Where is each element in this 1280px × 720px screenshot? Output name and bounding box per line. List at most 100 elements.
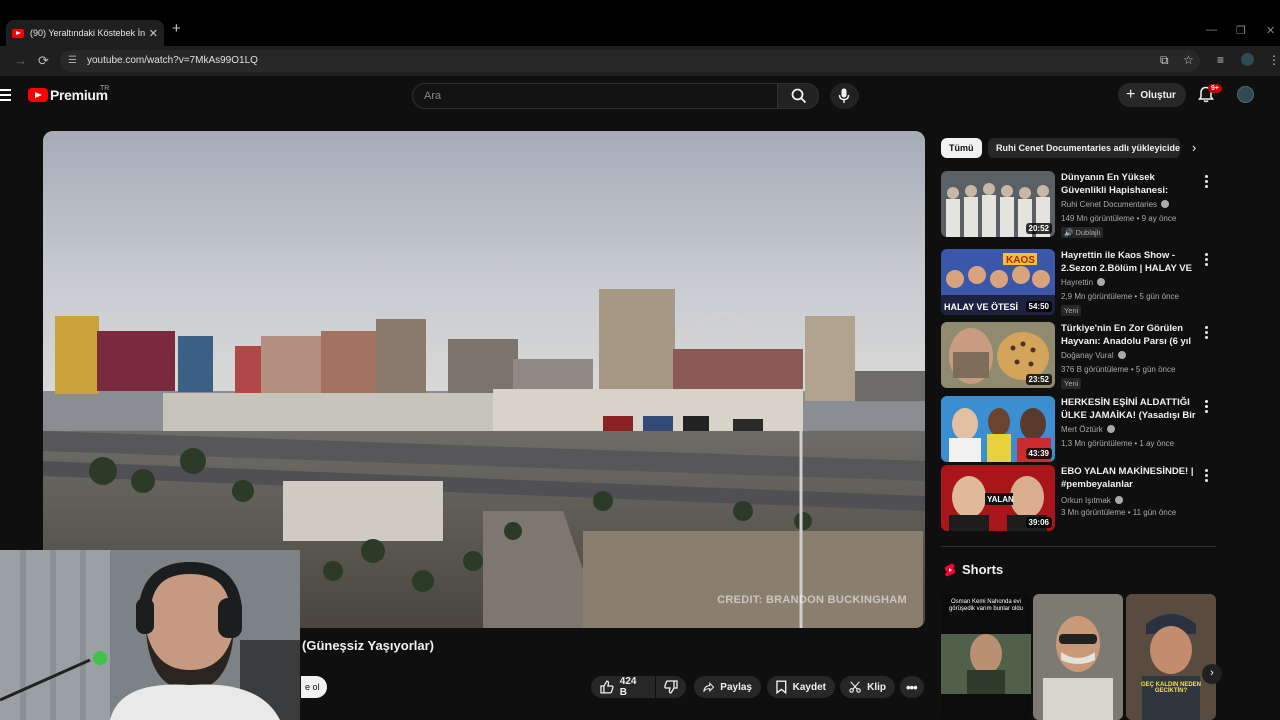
dubbed-tag: 🔊 Dublajlı — [1061, 227, 1104, 238]
short-thumbnail-image — [1126, 594, 1216, 720]
clip-label: Klip — [867, 681, 886, 693]
more-horizontal-icon: ••• — [906, 679, 918, 695]
recommendation-item[interactable]: YALAN 39:06 EBO YALAN MAKİNESİNDE! | #pe… — [941, 465, 1216, 531]
save-label: Kaydet — [792, 681, 826, 693]
video-thumbnail[interactable]: 20:52 — [941, 171, 1055, 237]
notification-badge: 9+ — [1208, 84, 1222, 93]
search-input[interactable]: Ara — [412, 83, 778, 109]
more-vertical-icon[interactable] — [1205, 175, 1208, 190]
browser-menu-icon[interactable]: ⋮ — [1268, 53, 1280, 67]
share-button[interactable]: Paylaş — [694, 676, 761, 698]
video-thumbnail[interactable]: YALAN 39:06 — [941, 465, 1055, 531]
verified-icon — [1117, 351, 1126, 359]
chevron-right-icon[interactable]: › — [1192, 140, 1196, 155]
close-tab-icon[interactable]: ✕ — [149, 27, 158, 40]
save-button[interactable]: Kaydet — [767, 676, 835, 698]
browser-tab[interactable]: (90) Yeraltındaki Köstebek İnsan ✕ — [6, 20, 164, 46]
webcam-overlay — [0, 550, 300, 720]
new-tab-icon[interactable]: + — [172, 20, 181, 37]
youtube-logo[interactable]: Premium TR — [28, 85, 109, 103]
close-window-icon[interactable]: ✕ — [1266, 24, 1275, 37]
short-item[interactable]: GEÇ KALDIN NEDEN GECİKTİN? — [1126, 594, 1216, 720]
scissors-icon — [849, 681, 861, 693]
clip-button[interactable]: Klip — [840, 676, 895, 698]
verified-icon — [1097, 278, 1106, 286]
window-top-bar — [0, 0, 1280, 16]
address-bar-row: → ⟳ ☰ youtube.com/watch?v=7MkAs99O1LQ ⧉ … — [0, 46, 1280, 76]
recommendation-item[interactable]: 20:52 Dünyanın En Yüksek Güvenlikli Hapi… — [941, 171, 1216, 238]
svg-text:HALAY VE ÖTESİ: HALAY VE ÖTESİ — [944, 302, 1018, 312]
account-avatar[interactable] — [1237, 86, 1254, 103]
create-button[interactable]: + Oluştur — [1118, 83, 1186, 107]
short-item[interactable]: Osman Kemi Nahonda evi görüşedik varım b… — [941, 594, 1031, 720]
video-duration: 20:52 — [1025, 223, 1052, 234]
recommendation-title[interactable]: Hayrettin ile Kaos Show - 2.Sezon 2.Bölü… — [1061, 249, 1201, 275]
thumbs-up-icon — [600, 680, 614, 694]
channel-name[interactable]: Orkun Işıtmak — [1061, 496, 1123, 505]
forward-icon[interactable]: → — [14, 53, 27, 68]
install-app-icon[interactable]: ⧉ — [1160, 53, 1169, 68]
video-duration: 54:50 — [1025, 301, 1052, 312]
search-icon — [791, 88, 807, 104]
menu-icon[interactable] — [0, 89, 11, 101]
channel-name[interactable]: Mert Öztürk — [1061, 425, 1115, 434]
video-credit-text: CREDIT: BRANDON BUCKINGHAM — [717, 594, 907, 606]
bookmark-star-icon[interactable]: ☆ — [1183, 53, 1194, 67]
like-button[interactable]: 424 B — [591, 676, 655, 698]
short-caption: GEÇ KALDIN NEDEN GECİKTİN? — [1140, 682, 1201, 694]
video-thumbnail[interactable]: 43:39 — [941, 396, 1055, 462]
shorts-next-button[interactable]: › — [1202, 664, 1222, 684]
video-meta: 1,3 Mn görüntüleme • 1 ay önce — [1061, 439, 1175, 448]
thumbs-down-icon — [664, 680, 678, 694]
shorts-icon — [944, 563, 956, 577]
site-info-icon[interactable]: ☰ — [68, 55, 77, 66]
channel-name[interactable]: Doğanay Vural — [1061, 351, 1126, 360]
more-vertical-icon[interactable] — [1205, 400, 1208, 415]
youtube-play-logo-icon — [28, 88, 48, 102]
video-thumbnail[interactable]: 23:52 — [941, 322, 1055, 388]
video-meta: 149 Mn görüntüleme • 9 ay önce — [1061, 214, 1177, 223]
subscribe-button[interactable]: e ol — [301, 676, 327, 698]
short-item[interactable] — [1033, 594, 1123, 720]
video-meta: 376 B görüntüleme • 5 gün önce — [1061, 365, 1176, 374]
chip-all[interactable]: Tümü — [941, 138, 982, 158]
minimize-icon[interactable]: — — [1206, 24, 1217, 36]
recommendation-title[interactable]: EBO YALAN MAKİNESİNDE! | #pembeyalanlar — [1061, 465, 1201, 491]
reload-icon[interactable]: ⟳ — [38, 53, 49, 69]
recommendation-title[interactable]: Türkiye'nin En Zor Görülen Hayvanı: Anad… — [1061, 322, 1201, 348]
more-actions-button[interactable]: ••• — [900, 676, 924, 698]
recommendation-title[interactable]: HERKESİN EŞİNİ ALDATTIĞI ÜLKE JAMAİKA! (… — [1061, 396, 1201, 422]
channel-name[interactable]: Hayrettin — [1061, 278, 1106, 287]
maximize-icon[interactable]: ❐ — [1236, 24, 1246, 37]
verified-icon — [1106, 425, 1115, 433]
section-divider — [941, 546, 1216, 547]
url-text: youtube.com/watch?v=7MkAs99O1LQ — [87, 55, 258, 66]
new-tag: Yeni — [1061, 378, 1082, 389]
voice-search-button[interactable] — [830, 83, 859, 109]
youtube-header: Premium TR Ara + Oluştur 9+ — [0, 76, 1280, 116]
video-thumbnail[interactable]: KAOS HALAY VE ÖTESİ 54:50 — [941, 249, 1055, 315]
video-meta: 2,9 Mn görüntüleme • 5 gün önce — [1061, 292, 1179, 301]
webcam-person-image — [0, 550, 300, 720]
recommendation-item[interactable]: 43:39 HERKESİN EŞİNİ ALDATTIĞI ÜLKE JAMA… — [941, 396, 1216, 462]
recommendation-item[interactable]: 23:52 Türkiye'nin En Zor Görülen Hayvanı… — [941, 322, 1216, 389]
short-thumbnail-image — [1033, 594, 1123, 720]
search-button[interactable] — [777, 83, 819, 109]
recommendation-title[interactable]: Dünyanın En Yüksek Güvenlikli Hapishanes… — [1061, 171, 1201, 197]
channel-name[interactable]: Ruhi Cenet Documentaries — [1061, 200, 1170, 209]
url-field[interactable]: ☰ youtube.com/watch?v=7MkAs99O1LQ — [60, 50, 1200, 72]
video-duration: 23:52 — [1025, 374, 1052, 385]
recommendation-item[interactable]: KAOS HALAY VE ÖTESİ 54:50 Hayrettin ile … — [941, 249, 1216, 316]
svg-text:YALAN: YALAN — [987, 495, 1014, 504]
more-vertical-icon[interactable] — [1205, 326, 1208, 341]
more-vertical-icon[interactable] — [1205, 253, 1208, 268]
like-count: 424 B — [619, 676, 637, 698]
video-meta: 3 Mn görüntüleme • 11 gün önce — [1061, 508, 1177, 517]
dislike-button[interactable] — [656, 676, 686, 698]
media-control-icon[interactable]: ≡ — [1217, 53, 1224, 67]
more-vertical-icon[interactable] — [1205, 469, 1208, 484]
chip-from-uploader[interactable]: Ruhi Cenet Documentaries adlı yükleyicid… — [988, 138, 1180, 158]
profile-icon[interactable] — [1241, 53, 1254, 66]
youtube-favicon-icon — [12, 28, 24, 38]
video-duration: 43:39 — [1025, 448, 1052, 459]
